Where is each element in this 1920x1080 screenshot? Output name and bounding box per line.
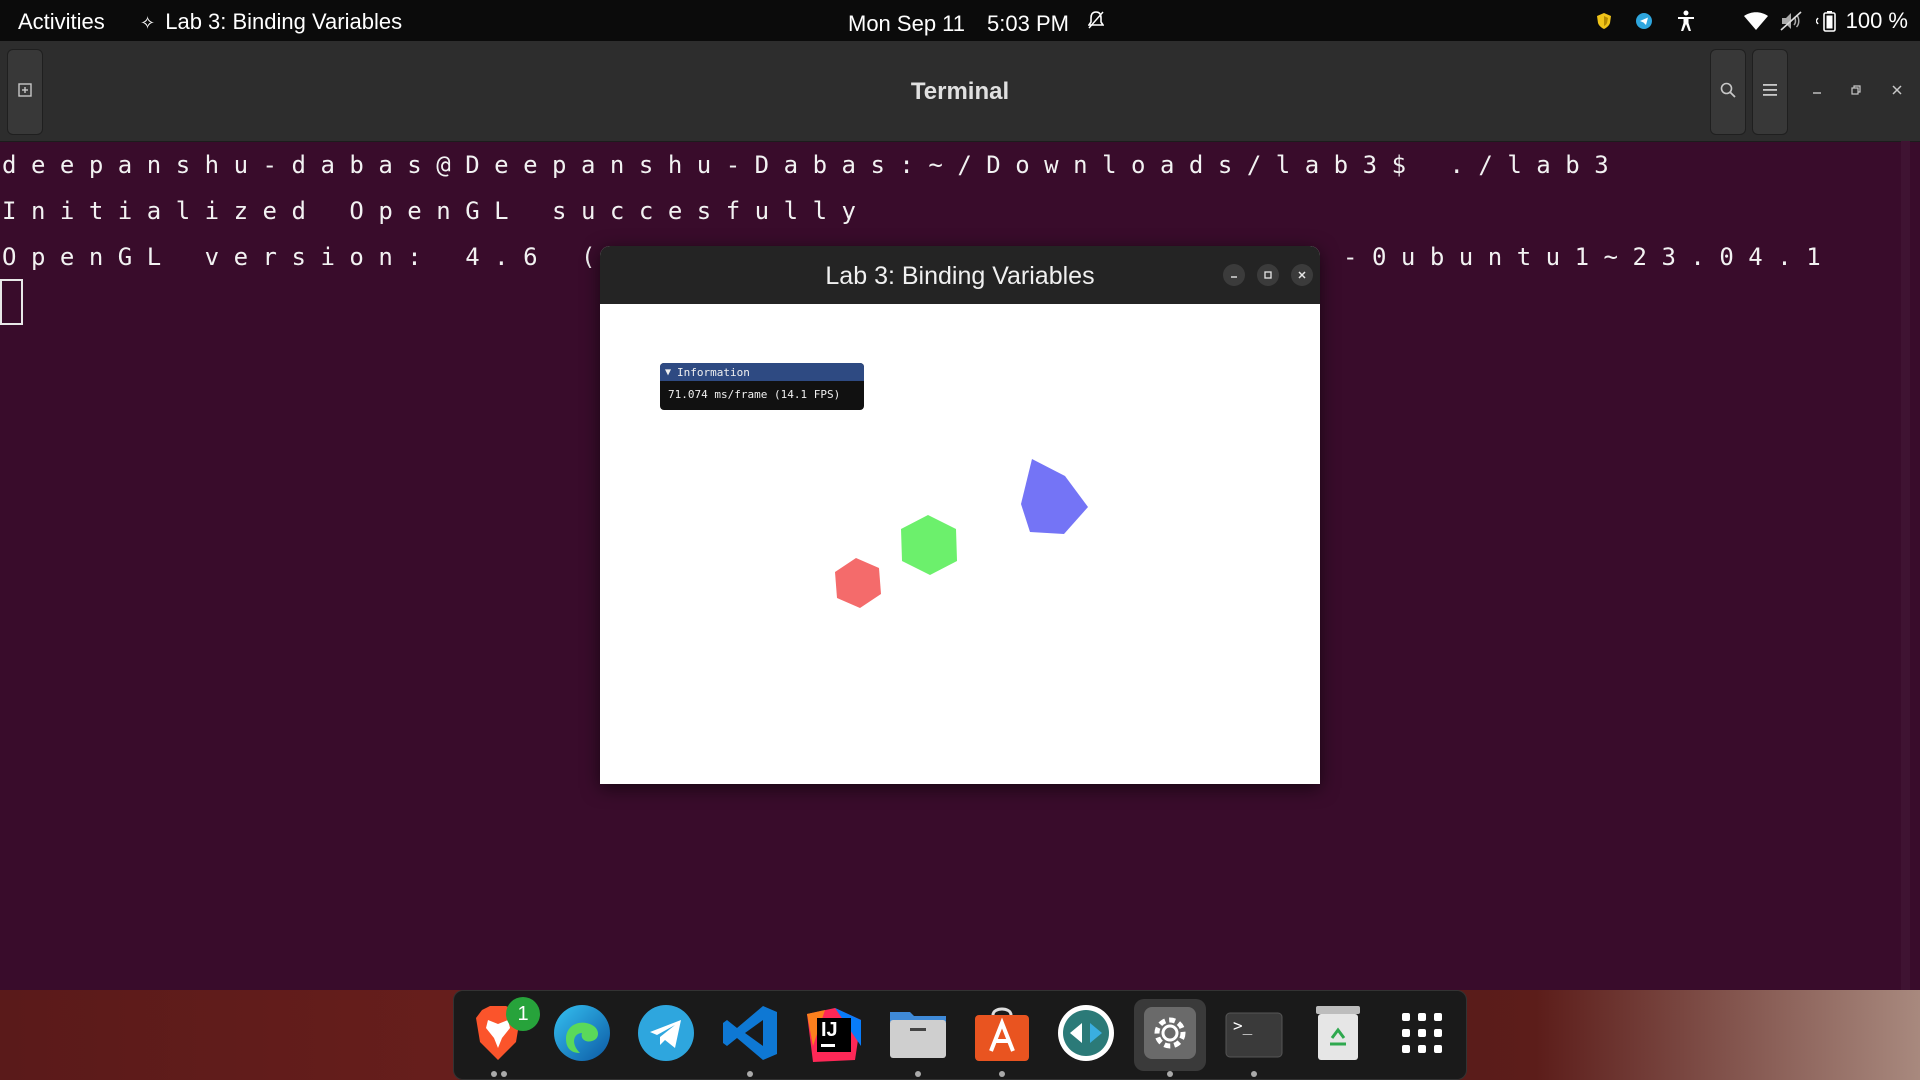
lab3-close-button[interactable] — [1291, 264, 1313, 286]
gear-icon — [1142, 1005, 1198, 1066]
running-indicator — [915, 1071, 921, 1077]
dock-microsoft-edge[interactable] — [546, 999, 618, 1071]
dock-brave-browser[interactable]: 1 — [462, 997, 540, 1077]
terminal-icon-prompt: >_ — [1233, 1016, 1253, 1035]
dock-telegram[interactable] — [630, 999, 702, 1071]
clock-date: Mon Sep 11 — [848, 11, 966, 36]
running-indicator — [501, 1071, 507, 1077]
terminal-title: Terminal — [910, 78, 1010, 105]
terminal-headerbar[interactable]: Terminal — [0, 41, 1920, 142]
terminal-line-version-tail: -0ubuntu1~23.04.1 — [1343, 243, 1836, 271]
folder-icon — [888, 1006, 948, 1065]
minimize-icon — [1811, 83, 1823, 99]
close-icon — [1891, 83, 1903, 99]
dock-terminal[interactable]: >_ — [1218, 999, 1290, 1077]
app-menu[interactable]: ✧ Lab 3: Binding Variables — [140, 9, 402, 35]
running-indicator — [491, 1071, 497, 1077]
terminal-line-init: Initialized OpenGL succesfully — [2, 197, 871, 225]
search-icon — [1720, 82, 1736, 103]
green-hexagon — [901, 515, 957, 575]
red-hexagon — [835, 558, 881, 608]
lab3-window-title: Lab 3: Binding Variables — [825, 262, 1095, 290]
app-menu-icon: ✧ — [140, 13, 156, 33]
intellij-icon: IJ — [805, 1006, 863, 1064]
dock-show-apps[interactable] — [1386, 999, 1458, 1071]
intellij-label: IJ — [821, 1019, 838, 1041]
blue-hexagon — [1021, 459, 1088, 534]
battery-icon[interactable]: 100 % — [1815, 8, 1908, 34]
trash-icon — [1314, 1004, 1362, 1067]
running-indicator — [999, 1071, 1005, 1077]
battery-percentage: 100 % — [1845, 8, 1908, 33]
telegram-tray-icon[interactable] — [1635, 13, 1652, 29]
notification-badge: 1 — [506, 997, 540, 1031]
dock-remote-desktop[interactable] — [1050, 999, 1122, 1071]
wifi-icon[interactable] — [1743, 12, 1768, 30]
running-indicator — [1167, 1071, 1173, 1077]
lab3-minimize-button[interactable] — [1223, 264, 1245, 286]
edge-icon — [552, 1003, 612, 1068]
restore-icon — [1850, 83, 1862, 99]
dock: 1 IJ >_ — [453, 990, 1467, 1080]
hamburger-menu-icon — [1762, 83, 1778, 102]
app-grid-icon — [1400, 1011, 1444, 1060]
minimize-button[interactable] — [1807, 81, 1827, 101]
dock-vscode[interactable] — [714, 999, 786, 1077]
terminal-scrollbar[interactable] — [1901, 141, 1910, 991]
close-icon — [1297, 268, 1307, 283]
volume-muted-icon[interactable] — [1780, 11, 1802, 31]
close-button[interactable] — [1887, 81, 1907, 101]
opengl-canvas[interactable]: ▼ Information 71.074 ms/frame (14.1 FPS) — [600, 304, 1320, 784]
terminal-search-button[interactable] — [1710, 49, 1746, 135]
minimize-icon — [1229, 268, 1239, 283]
blue-hexagon — [1025, 452, 1088, 455]
terminal-menu-button[interactable] — [1752, 49, 1788, 135]
lab3-titlebar[interactable]: Lab 3: Binding Variables — [600, 246, 1320, 304]
terminal-icon: >_ — [1225, 1012, 1283, 1058]
app-menu-label: Lab 3: Binding Variables — [165, 9, 403, 34]
clock-time: 5:03 PM — [987, 11, 1069, 36]
lab3-maximize-button[interactable] — [1257, 264, 1279, 286]
top-bar: Activities ✧ Lab 3: Binding Variables Mo… — [0, 0, 1920, 41]
maximize-button[interactable] — [1846, 81, 1866, 101]
clock[interactable]: Mon Sep 11 5:03 PM — [848, 11, 1091, 37]
dock-files[interactable] — [882, 999, 954, 1077]
notification-bell-icon[interactable] — [1087, 11, 1105, 34]
terminal-cursor — [0, 279, 23, 325]
lab3-window[interactable]: Lab 3: Binding Variables ▼ Information 7… — [600, 246, 1320, 784]
running-indicator — [1251, 1071, 1257, 1077]
dock-settings[interactable] — [1134, 999, 1206, 1077]
activities-button[interactable]: Activities — [18, 9, 105, 35]
terminal-line-prompt: deepanshu-dabas@Deepanshu-Dabas:~/Downlo… — [2, 151, 1624, 179]
remote-desktop-icon — [1056, 1003, 1116, 1068]
dock-intellij-idea[interactable]: IJ — [798, 999, 870, 1071]
vscode-icon — [721, 1004, 779, 1067]
dock-trash[interactable] — [1302, 999, 1374, 1071]
maximize-icon — [1263, 268, 1273, 283]
accessibility-icon[interactable] — [1676, 10, 1696, 32]
hexagon-scene — [835, 452, 1088, 608]
dock-app-center[interactable] — [966, 999, 1038, 1077]
app-store-icon — [973, 1003, 1031, 1068]
running-indicator — [747, 1071, 753, 1077]
shield-icon[interactable] — [1596, 12, 1612, 30]
system-tray: 100 % — [1572, 8, 1908, 34]
desktop: Activities ✧ Lab 3: Binding Variables Mo… — [0, 0, 1920, 1080]
telegram-icon — [637, 1004, 695, 1067]
